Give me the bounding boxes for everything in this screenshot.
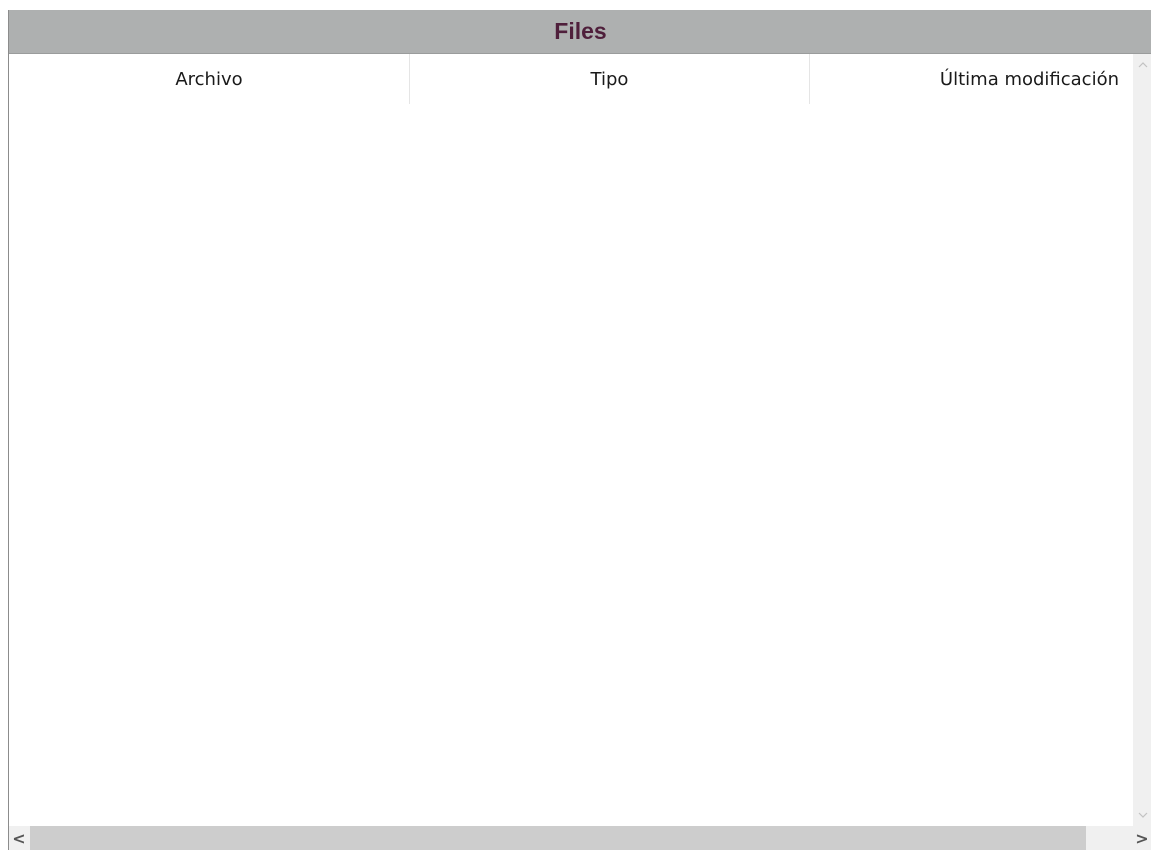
chevron-down-icon[interactable]	[1133, 806, 1151, 824]
chevron-left-icon[interactable]: <	[9, 826, 29, 850]
column-header-ultima-modificacion[interactable]: Última modificación	[810, 54, 1133, 104]
file-list[interactable]	[9, 104, 1133, 826]
horizontal-scroll-thumb[interactable]	[30, 826, 1086, 850]
column-header-tipo[interactable]: Tipo	[410, 54, 810, 104]
chevron-up-icon[interactable]	[1133, 56, 1151, 74]
horizontal-scrollbar[interactable]: < >	[9, 826, 1151, 850]
vertical-scrollbar[interactable]	[1133, 54, 1151, 826]
chevron-right-icon[interactable]: >	[1132, 826, 1151, 850]
panel-title: Files	[9, 10, 1151, 54]
files-panel: Files Archivo Tipo Última modificación <…	[8, 10, 1151, 850]
table-header: Archivo Tipo Última modificación	[9, 54, 1133, 104]
column-header-archivo[interactable]: Archivo	[9, 54, 410, 104]
